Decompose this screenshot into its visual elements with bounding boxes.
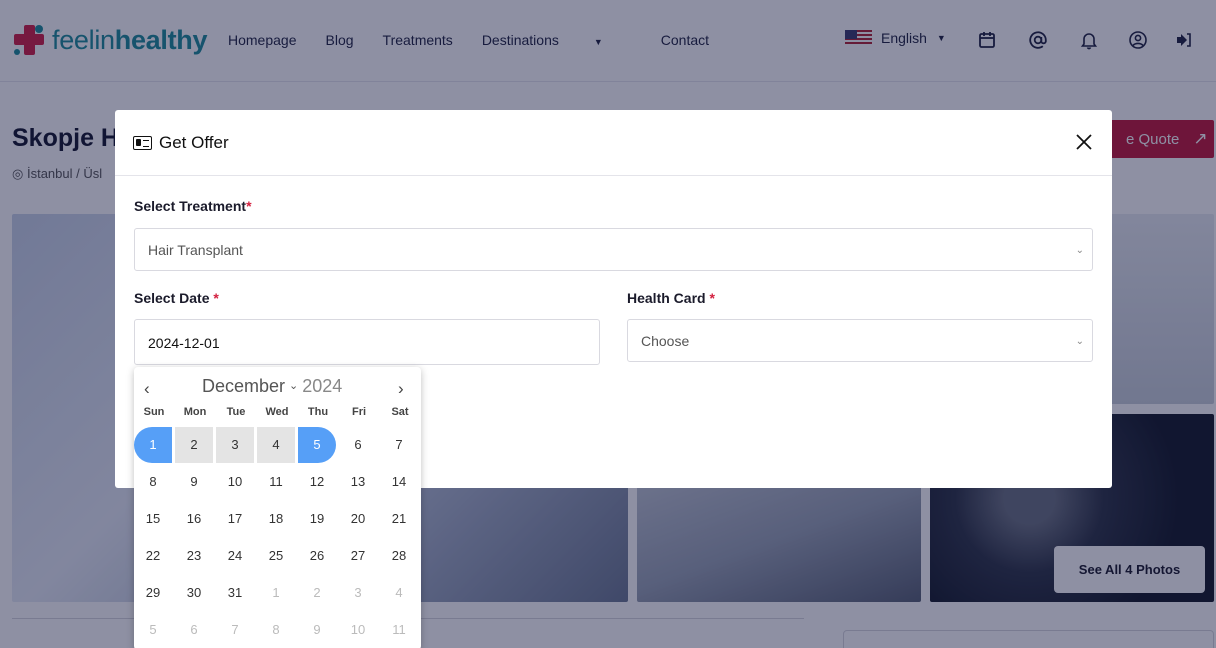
date-label: Select Date * (134, 290, 219, 306)
modal-header: Get Offer (115, 110, 1112, 176)
calendar-day[interactable]: 5 (298, 427, 336, 463)
calendar-day[interactable]: 16 (175, 501, 213, 537)
calendar-day[interactable]: 18 (257, 501, 295, 537)
calendar-day[interactable]: 10 (216, 464, 254, 500)
calendar-day[interactable]: 14 (380, 464, 418, 500)
calendar-day[interactable]: 19 (298, 501, 336, 537)
weekday-header: Wed (265, 406, 289, 418)
calendar-day[interactable]: 31 (216, 575, 254, 611)
required-mark: * (246, 198, 252, 214)
weekday-header: Tue (226, 406, 246, 418)
calendar-day[interactable]: 10 (339, 612, 377, 648)
calendar-day[interactable]: 22 (134, 538, 172, 574)
calendar-day[interactable]: 1 (134, 427, 172, 463)
calendar-day[interactable]: 3 (216, 427, 254, 463)
calendar-day[interactable]: 30 (175, 575, 213, 611)
calendar-day[interactable]: 27 (339, 538, 377, 574)
date-label-text: Select Date (134, 290, 210, 306)
health-card-select-value: Choose (641, 333, 690, 349)
close-icon[interactable] (1074, 132, 1094, 152)
calendar-day[interactable]: 6 (339, 427, 377, 463)
calendar-day[interactable]: 29 (134, 575, 172, 611)
modal-title: Get Offer (133, 133, 229, 153)
id-card-icon (133, 136, 152, 150)
weekday-header: Sat (391, 406, 409, 418)
chevron-down-icon: ⌄ (1075, 245, 1084, 256)
treatment-select[interactable]: Hair Transplant ⌄ (134, 228, 1093, 271)
chevron-down-icon: ⌄ (1075, 336, 1084, 347)
calendar-day[interactable]: 13 (339, 464, 377, 500)
calendar-day[interactable]: 21 (380, 501, 418, 537)
calendar-day[interactable]: 6 (175, 612, 213, 648)
calendar-day[interactable]: 26 (298, 538, 336, 574)
calendar-day[interactable]: 25 (257, 538, 295, 574)
weekday-header: Sun (143, 406, 165, 418)
calendar-day[interactable]: 2 (175, 427, 213, 463)
calendar-day[interactable]: 7 (216, 612, 254, 648)
calendar-month: December (202, 376, 286, 396)
treatment-select-value: Hair Transplant (148, 242, 243, 258)
calendar-day[interactable]: 20 (339, 501, 377, 537)
calendar-day[interactable]: 11 (257, 464, 295, 500)
calendar-day[interactable]: 1 (257, 575, 295, 611)
calendar-day[interactable]: 7 (380, 427, 418, 463)
calendar-day[interactable]: 17 (216, 501, 254, 537)
treatment-label-text: Select Treatment (134, 198, 247, 214)
weekday-header: Fri (351, 406, 367, 418)
calendar-day[interactable]: 8 (257, 612, 295, 648)
health-card-select[interactable]: Choose ⌄ (627, 319, 1093, 362)
calendar-day[interactable]: 8 (134, 464, 172, 500)
weekday-header: Thu (307, 406, 329, 418)
calendar-day[interactable]: 11 (380, 612, 418, 648)
health-card-label-text: Health Card (627, 290, 706, 306)
modal-title-text: Get Offer (159, 133, 229, 152)
health-card-label: Health Card * (627, 290, 715, 306)
required-mark: * (213, 290, 219, 306)
weekday-header: Mon (183, 406, 207, 418)
required-mark: * (709, 290, 715, 306)
calendar-day[interactable]: 4 (257, 427, 295, 463)
calendar-day[interactable]: 9 (298, 612, 336, 648)
next-month-icon[interactable]: › (398, 379, 404, 399)
calendar-day[interactable]: 23 (175, 538, 213, 574)
calendar-day[interactable]: 12 (298, 464, 336, 500)
calendar-day[interactable]: 15 (134, 501, 172, 537)
date-input[interactable]: 2024-12-01 (134, 319, 600, 365)
chevron-down-icon: ⌄ (289, 380, 299, 392)
calendar-day[interactable]: 9 (175, 464, 213, 500)
calendar-day[interactable]: 2 (298, 575, 336, 611)
prev-month-icon[interactable]: ‹ (144, 379, 150, 399)
calendar-day[interactable]: 3 (339, 575, 377, 611)
date-picker: ‹ December ⌄ 2024 › Sun Mon Tue Wed Thu Fri Sat 1… (134, 367, 421, 648)
calendar-day[interactable]: 4 (380, 575, 418, 611)
month-year-selector[interactable]: December ⌄ 2024 (202, 376, 342, 397)
calendar-day[interactable]: 24 (216, 538, 254, 574)
date-input-value: 2024-12-01 (148, 335, 220, 351)
treatment-label: Select Treatment* (134, 198, 252, 214)
calendar-day[interactable]: 5 (134, 612, 172, 648)
calendar-day[interactable]: 28 (380, 538, 418, 574)
calendar-year[interactable]: 2024 (302, 376, 342, 396)
